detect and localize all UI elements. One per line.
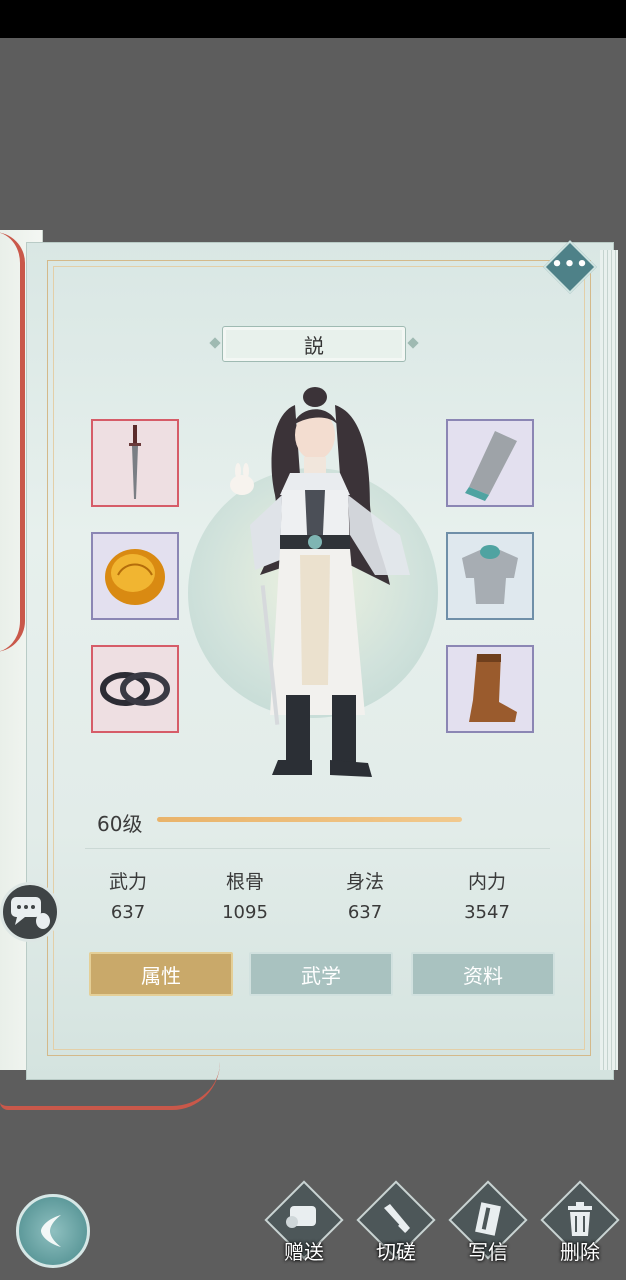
equipment-slot-boots[interactable] [446, 645, 534, 733]
stat-label: 内力 [467, 871, 506, 893]
equipment-slot-weapon[interactable] [91, 419, 179, 507]
stat-neili: 内力 3547 [442, 867, 532, 923]
amber-gem-icon [105, 549, 165, 605]
character-name: 説 [222, 326, 406, 362]
stat-label: 武力 [108, 871, 147, 893]
tab-attributes[interactable]: 属性 [89, 952, 233, 996]
book-page-stack [600, 250, 618, 1070]
boot-icon [469, 654, 517, 722]
spar-button[interactable]: 切磋 [354, 1180, 438, 1278]
equipment-slot-bracer[interactable] [446, 419, 534, 507]
chat-icon [11, 897, 50, 929]
write-letter-label: 写信 [468, 1240, 508, 1264]
tab-martial-arts[interactable]: 武学 [249, 952, 393, 996]
stat-value: 637 [110, 902, 146, 923]
spar-label: 切磋 [376, 1240, 416, 1264]
stat-value: 3547 [464, 902, 510, 923]
more-icon[interactable]: ••• [551, 248, 589, 286]
gift-label: 赠送 [284, 1240, 324, 1264]
stat-gengu: 根骨 1095 [200, 867, 290, 923]
equipment-slot-gem[interactable] [91, 532, 179, 620]
bottom-ribbon [0, 1062, 220, 1110]
chest-armor-icon [462, 545, 518, 604]
tab-profile[interactable]: 资料 [411, 952, 555, 996]
stat-wuli: 武力 637 [83, 867, 173, 923]
trash-icon [568, 1202, 592, 1236]
gift-button[interactable]: 赠送 [262, 1180, 346, 1278]
book-ribbon [0, 232, 25, 652]
chat-button[interactable] [0, 882, 60, 942]
write-letter-button[interactable]: 写信 [446, 1180, 530, 1278]
character-level: 60级 [97, 812, 143, 836]
level-progress-bar [157, 817, 462, 822]
letter-icon [475, 1202, 501, 1236]
status-bar [0, 0, 626, 38]
scroll-icon [286, 1206, 316, 1228]
character-portrait [230, 387, 410, 777]
sword-icon [384, 1204, 410, 1233]
back-button[interactable] [16, 1194, 90, 1268]
stat-label: 身法 [345, 871, 384, 893]
equipment-slot-bracelet[interactable] [91, 645, 179, 733]
back-arrow-icon [41, 1215, 61, 1247]
stat-value: 637 [347, 902, 383, 923]
equipment-slot-armor[interactable] [446, 532, 534, 620]
delete-label: 删除 [560, 1240, 600, 1264]
stat-shenfa: 身法 637 [320, 867, 410, 923]
stat-value: 1095 [222, 902, 268, 923]
delete-button[interactable]: 删除 [538, 1180, 622, 1278]
stats-divider [85, 848, 550, 849]
bracelets-icon [100, 672, 170, 706]
bracer-icon [465, 431, 517, 501]
dagger-icon [129, 425, 141, 499]
stat-label: 根骨 [225, 871, 264, 893]
